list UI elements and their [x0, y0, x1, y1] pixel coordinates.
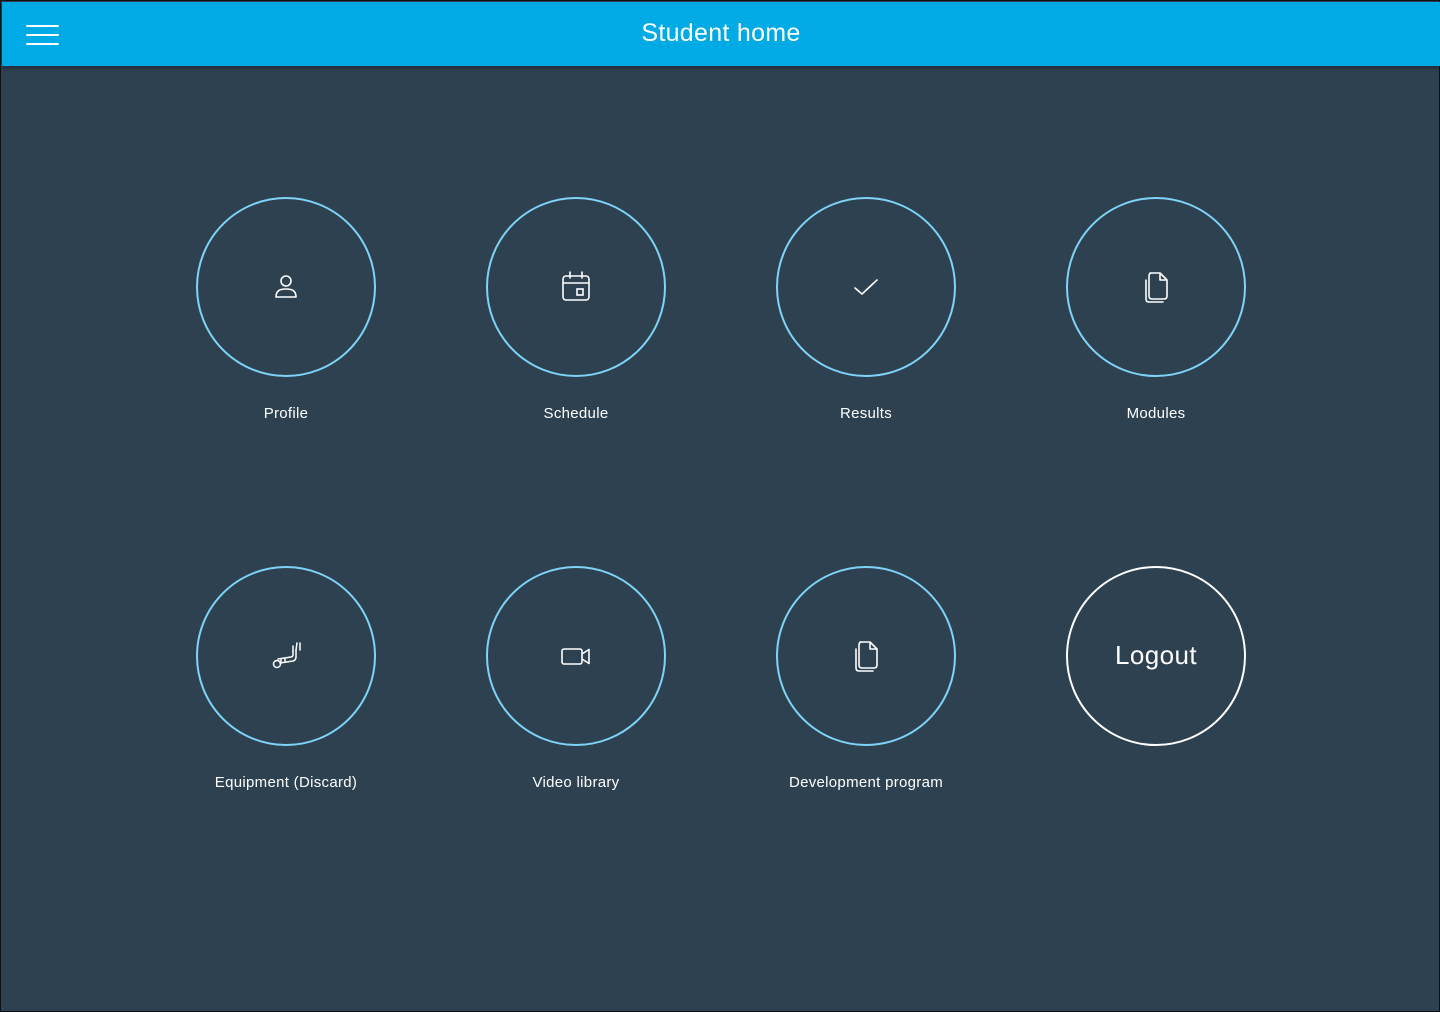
logout-button[interactable]: Logout [1066, 566, 1246, 746]
video-camera-icon [561, 648, 590, 665]
tile-logout: Logout [1046, 566, 1266, 806]
tile-development-program: Development program [756, 566, 976, 806]
development-program-label: Development program [788, 774, 944, 791]
equipment-label: Equipment (Discard) [214, 774, 358, 791]
page-title: Student home [641, 19, 801, 47]
video-library-label: Video library [532, 774, 620, 791]
tile-video-library: Video library [466, 566, 686, 806]
results-label: Results [839, 405, 893, 422]
tile-results: Results [756, 197, 976, 437]
schedule-label: Schedule [543, 405, 609, 422]
golf-bag-icon [272, 642, 301, 669]
checkmark-icon [854, 279, 878, 295]
modules-label: Modules [1126, 405, 1186, 422]
tile-equipment: Equipment (Discard) [176, 566, 396, 806]
app-frame: Student home Profile Schedule Results Mo… [0, 0, 1440, 1012]
calendar-icon [562, 271, 590, 301]
development-program-button[interactable] [776, 566, 956, 746]
tile-modules: Modules [1046, 197, 1266, 437]
top-bar: Student home [2, 2, 1440, 66]
video-library-button[interactable] [486, 566, 666, 746]
results-button[interactable] [776, 197, 956, 377]
logout-label: Logout [1115, 640, 1197, 670]
profile-button[interactable] [196, 197, 376, 377]
documents-icon [1145, 272, 1168, 303]
tile-profile: Profile [176, 197, 396, 437]
profile-label: Profile [263, 405, 309, 422]
user-icon [275, 275, 297, 298]
schedule-button[interactable] [486, 197, 666, 377]
tile-schedule: Schedule [466, 197, 686, 437]
equipment-button[interactable] [196, 566, 376, 746]
documents-icon [855, 641, 878, 672]
modules-button[interactable] [1066, 197, 1246, 377]
